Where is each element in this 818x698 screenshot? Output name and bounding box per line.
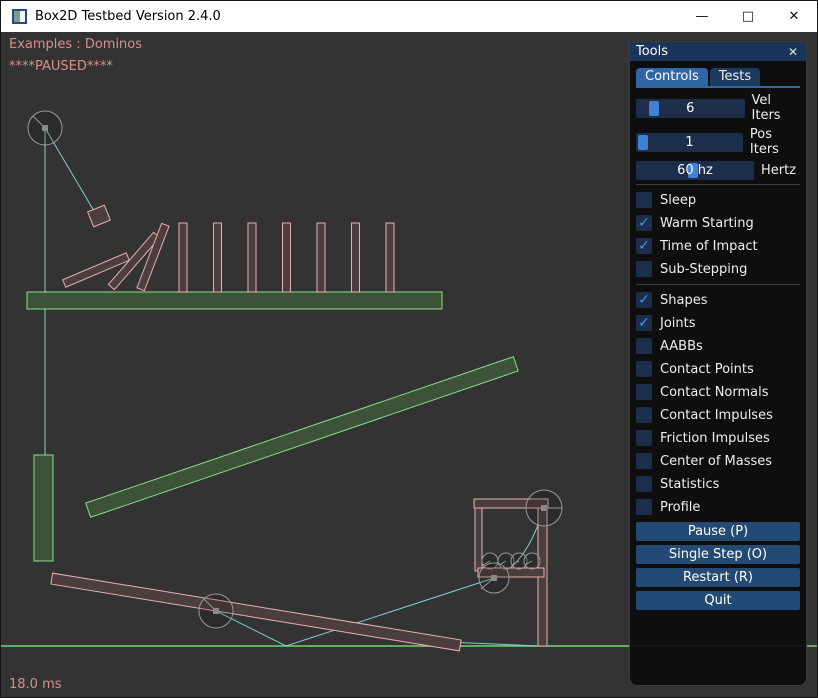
window-title: Box2D Testbed Version 2.4.0 xyxy=(35,9,221,24)
checkbox-row-center-of-masses[interactable]: Center of Masses xyxy=(636,453,800,469)
slider-row-vel-iters: 6 Vel Iters xyxy=(636,93,800,123)
checkbox-label: Friction Impulses xyxy=(660,431,770,446)
checkbox-row-aabbs[interactable]: AABBs xyxy=(636,338,800,354)
slider-value: 6 xyxy=(636,99,745,118)
checkbox-label: Time of Impact xyxy=(660,239,758,254)
checkbox-label: Warm Starting xyxy=(660,216,754,231)
fallen-dominos xyxy=(63,223,169,290)
slider-label: Pos Iters xyxy=(750,127,800,157)
joint-anchor xyxy=(42,125,48,131)
checkbox-center-of-masses[interactable] xyxy=(636,453,652,469)
separator xyxy=(636,284,800,285)
quit-button[interactable]: Quit xyxy=(636,591,800,610)
slider-group: 6 Vel Iters 1 Pos Iters 60 hz Hertz xyxy=(636,93,800,180)
checkbox-shapes[interactable]: ✓ xyxy=(636,292,652,308)
slider-row-hertz: 60 hz Hertz xyxy=(636,161,800,180)
checkbox-friction-impulses[interactable] xyxy=(636,430,652,446)
shelf-pivot-circle xyxy=(479,563,509,593)
checkbox-label: Contact Normals xyxy=(660,385,769,400)
checkbox-label: Profile xyxy=(660,500,700,515)
checkbox-label: Contact Impulses xyxy=(660,408,773,423)
joint-anchor xyxy=(213,608,219,614)
angled-plank xyxy=(86,357,518,518)
checkbox-group-draw: ✓ Shapes ✓ Joints AABBs Contact Points Contact… xyxy=(636,292,800,515)
checkbox-row-warm-starting[interactable]: ✓ Warm Starting xyxy=(636,215,800,231)
window-controls: — □ ✕ xyxy=(679,1,817,32)
joint-anchor xyxy=(491,575,497,581)
tab-tests[interactable]: Tests xyxy=(710,68,760,86)
separator xyxy=(636,184,800,185)
checkbox-label: Center of Masses xyxy=(660,454,772,469)
checkbox-label: Contact Points xyxy=(660,362,754,377)
example-label: Examples : Dominos xyxy=(9,37,142,52)
checkbox-label: Sub-Stepping xyxy=(660,262,747,277)
checkbox-joints[interactable]: ✓ xyxy=(636,315,652,331)
tools-panel-title: Tools xyxy=(636,44,668,59)
checkbox-row-contact-normals[interactable]: Contact Normals xyxy=(636,384,800,400)
slider-label: Hertz xyxy=(761,163,796,178)
checkbox-contact-points[interactable] xyxy=(636,361,652,377)
minimize-button[interactable]: — xyxy=(679,1,725,32)
checkbox-row-sleep[interactable]: Sleep xyxy=(636,192,800,208)
maximize-button[interactable]: □ xyxy=(725,1,771,32)
checkbox-row-friction-impulses[interactable]: Friction Impulses xyxy=(636,430,800,446)
checkbox-label: Shapes xyxy=(660,293,707,308)
pause-p-button[interactable]: Pause (P) xyxy=(636,522,800,541)
checkbox-row-profile[interactable]: Profile xyxy=(636,499,800,515)
frame-pivot-circle xyxy=(526,490,562,526)
slider-label: Vel Iters xyxy=(752,93,800,123)
hanging-box xyxy=(88,205,111,227)
checkbox-sub-stepping[interactable] xyxy=(636,261,652,277)
domino-platform xyxy=(27,292,442,309)
app-window: Box2D Testbed Version 2.4.0 — □ ✕ xyxy=(0,0,818,698)
checkbox-label: AABBs xyxy=(660,339,703,354)
checkbox-sleep[interactable] xyxy=(636,192,652,208)
restart-r-button[interactable]: Restart (R) xyxy=(636,568,800,587)
single-step-o-button[interactable]: Single Step (O) xyxy=(636,545,800,564)
slider-hertz[interactable]: 60 hz xyxy=(636,161,754,180)
checkbox-label: Joints xyxy=(660,316,696,331)
slider-pos-iters[interactable]: 1 xyxy=(636,133,743,152)
pendulum-circle xyxy=(28,111,62,145)
checkbox-group-solver: Sleep ✓ Warm Starting ✓ Time of Impact Sub-St… xyxy=(636,192,800,277)
checkbox-row-joints[interactable]: ✓ Joints xyxy=(636,315,800,331)
slider-value: 1 xyxy=(636,133,743,152)
slider-value: 60 hz xyxy=(636,161,754,180)
frame-time-label: 18.0 ms xyxy=(9,677,62,692)
checkbox-row-statistics[interactable]: Statistics xyxy=(636,476,800,492)
app-icon xyxy=(12,9,27,24)
tools-panel: Tools ✕ Controls Tests 6 Vel Iters 1 Pos It… xyxy=(629,41,807,686)
close-button[interactable]: ✕ xyxy=(771,1,817,32)
slider-row-pos-iters: 1 Pos Iters xyxy=(636,127,800,157)
window-titlebar: Box2D Testbed Version 2.4.0 — □ ✕ xyxy=(1,1,817,32)
tools-panel-titlebar[interactable]: Tools ✕ xyxy=(630,42,806,61)
joint-anchor xyxy=(541,505,547,511)
seesaw-circle xyxy=(199,594,233,628)
checkbox-profile[interactable] xyxy=(636,499,652,515)
paused-label: ****PAUSED**** xyxy=(9,59,113,74)
checkbox-row-contact-points[interactable]: Contact Points xyxy=(636,361,800,377)
checkbox-statistics[interactable] xyxy=(636,476,652,492)
checkbox-label: Sleep xyxy=(660,193,696,208)
slider-vel-iters[interactable]: 6 xyxy=(636,99,745,118)
checkbox-row-shapes[interactable]: ✓ Shapes xyxy=(636,292,800,308)
checkbox-time-of-impact[interactable]: ✓ xyxy=(636,238,652,254)
checkbox-warm-starting[interactable]: ✓ xyxy=(636,215,652,231)
checkbox-label: Statistics xyxy=(660,477,719,492)
tab-bar: Controls Tests xyxy=(636,68,800,88)
checkbox-row-contact-impulses[interactable]: Contact Impulses xyxy=(636,407,800,423)
action-buttons: Pause (P) Single Step (O) Restart (R) Quit xyxy=(636,522,800,610)
tools-panel-body: Controls Tests 6 Vel Iters 1 Pos Iters 60 hz… xyxy=(630,68,806,610)
checkbox-aabbs[interactable] xyxy=(636,338,652,354)
physics-viewport[interactable]: Examples : Dominos ****PAUSED**** 18.0 m… xyxy=(1,32,818,698)
tools-panel-close-icon[interactable]: ✕ xyxy=(785,45,801,59)
checkbox-contact-normals[interactable] xyxy=(636,384,652,400)
checkbox-row-time-of-impact[interactable]: ✓ Time of Impact xyxy=(636,238,800,254)
seesaw-plank xyxy=(51,573,461,651)
tab-controls[interactable]: Controls xyxy=(636,68,708,86)
standing-dominos xyxy=(179,223,394,292)
checkbox-row-sub-stepping[interactable]: Sub-Stepping xyxy=(636,261,800,277)
checkbox-contact-impulses[interactable] xyxy=(636,407,652,423)
vertical-plank xyxy=(34,455,53,561)
